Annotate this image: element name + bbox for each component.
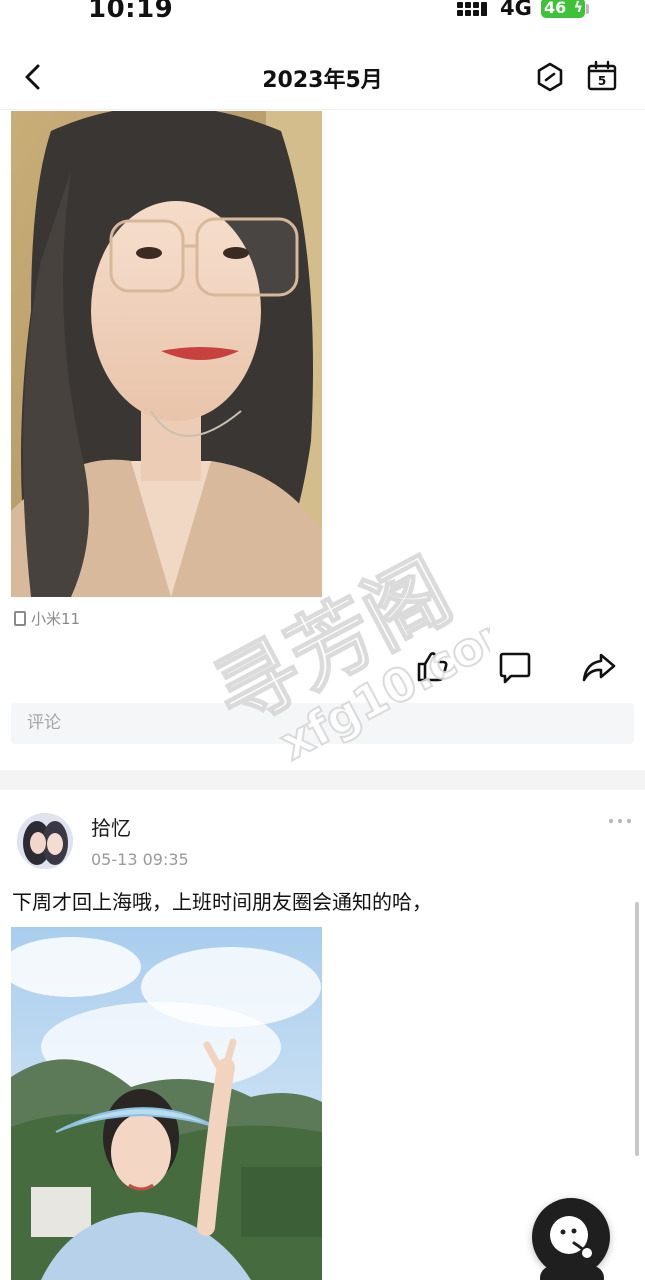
battery-icon: 46 ϟ xyxy=(541,0,585,18)
post-timestamp: 05-13 09:35 xyxy=(91,850,189,869)
top-nav: 2023年5月 5 xyxy=(0,44,645,110)
scrollbar[interactable] xyxy=(635,902,639,1156)
calendar-button[interactable]: 5 xyxy=(586,60,618,92)
bottom-tab-handle[interactable] xyxy=(540,1266,604,1280)
calendar-icon: 5 xyxy=(587,60,617,91)
emoji-icon xyxy=(550,1216,594,1260)
phone-icon xyxy=(14,610,26,626)
outdoor-photo xyxy=(11,927,322,1280)
post-photo[interactable] xyxy=(11,111,322,597)
device-name: 小米11 xyxy=(31,609,81,628)
battery-tip xyxy=(586,4,589,14)
more-icon[interactable] xyxy=(609,816,631,826)
username[interactable]: 拾忆 xyxy=(91,812,131,841)
thumbs-up-icon[interactable] xyxy=(414,648,450,684)
post-divider xyxy=(0,770,645,790)
battery-level: 46 xyxy=(544,0,567,17)
portrait-image xyxy=(11,111,322,597)
post-actions xyxy=(0,648,645,688)
status-bar: 10:19 4G 46 ϟ xyxy=(0,0,645,24)
avatar-image xyxy=(17,813,73,869)
post-photo[interactable] xyxy=(11,927,322,1280)
comment-input[interactable]: 评论 xyxy=(11,703,634,744)
floating-action-button[interactable] xyxy=(532,1198,610,1276)
charging-icon: ϟ xyxy=(573,0,583,16)
device-info: 小米11 xyxy=(14,608,80,628)
status-time: 10:19 xyxy=(88,0,174,24)
post-text: 下周才回上海哦，上班时间朋友圈会通知的哈， xyxy=(12,890,432,914)
comment-icon[interactable] xyxy=(497,650,533,686)
calendar-day: 5 xyxy=(598,74,606,88)
avatar[interactable] xyxy=(17,813,73,869)
share-icon[interactable] xyxy=(581,650,617,686)
hexagon-icon[interactable] xyxy=(535,62,565,92)
network-label: 4G xyxy=(500,0,532,20)
signal-icon xyxy=(457,0,491,18)
